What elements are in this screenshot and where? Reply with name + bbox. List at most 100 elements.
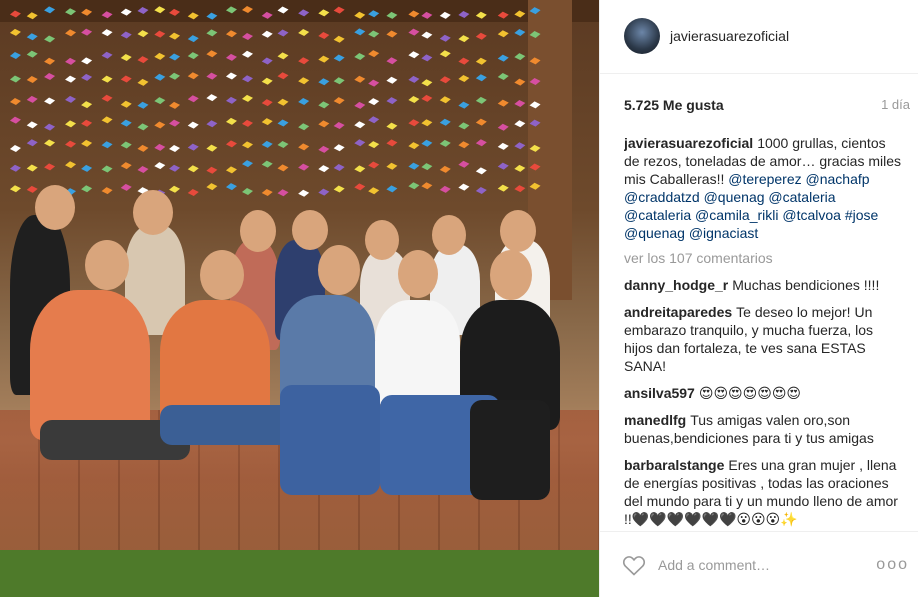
paper-crane	[241, 160, 253, 168]
paper-crane	[277, 164, 289, 172]
paper-crane	[9, 75, 21, 83]
caption-tag-link[interactable]: @cataleria	[768, 189, 835, 205]
paper-crane	[354, 139, 366, 147]
comment-username[interactable]: ansilva597	[624, 385, 695, 401]
paper-crane	[408, 96, 420, 104]
person	[375, 300, 460, 405]
paper-crane	[475, 11, 487, 19]
paper-crane	[318, 188, 330, 196]
paper-crane	[187, 121, 199, 129]
paper-crane	[298, 57, 310, 65]
comment-username[interactable]: andreitaparedes	[624, 304, 732, 320]
paper-crane	[261, 11, 273, 19]
paper-crane	[187, 188, 199, 196]
paper-crane	[26, 75, 38, 83]
paper-crane	[497, 73, 509, 81]
paper-crane	[9, 28, 21, 36]
paper-crane	[81, 185, 93, 193]
paper-crane	[101, 11, 113, 19]
username-link[interactable]: javierasuarezoficial	[670, 28, 789, 44]
paper-crane	[497, 30, 509, 38]
paper-crane	[120, 31, 132, 39]
paper-crane	[354, 121, 366, 129]
caption-tag-link[interactable]: @nachafp	[806, 171, 870, 187]
paper-crane	[458, 35, 470, 43]
paper-crane	[277, 98, 289, 106]
paper-crane	[81, 57, 93, 65]
caption-tag-link[interactable]: @camila_rikli	[695, 207, 778, 223]
paper-crane	[458, 141, 470, 149]
caption-tag-link[interactable]: @ignaciast	[689, 225, 758, 241]
legs	[470, 400, 550, 500]
paper-crane	[9, 164, 21, 172]
comment-item: barbaralstange Eres una gran mujer , llen…	[624, 456, 904, 528]
paper-crane	[44, 6, 56, 14]
comment-username[interactable]: danny_hodge_r	[624, 277, 728, 293]
post-photo[interactable]	[0, 0, 599, 597]
person-head	[292, 210, 328, 250]
paper-crane	[408, 162, 420, 170]
comment-username[interactable]: manedlfg	[624, 412, 686, 428]
paper-crane	[206, 72, 218, 80]
paper-crane	[318, 165, 330, 173]
paper-crane	[241, 32, 253, 40]
paper-crane	[241, 141, 253, 149]
comment-username[interactable]: barbaralstange	[624, 457, 724, 473]
paper-crane	[368, 116, 380, 124]
paper-crane	[439, 76, 451, 84]
caption-tag-link[interactable]: @cataleria	[624, 207, 691, 223]
comments-list[interactable]: javierasuarezoficial 1000 grullas, ciento…	[624, 134, 904, 530]
post-age[interactable]: 1 día	[881, 97, 910, 112]
paper-crane	[169, 72, 181, 80]
paper-crane	[298, 77, 310, 85]
caption-tag-link[interactable]: #jose	[845, 207, 878, 223]
paper-crane	[277, 6, 289, 14]
paper-crane	[225, 183, 237, 191]
paper-crane	[421, 163, 433, 171]
paper-crane	[458, 122, 470, 130]
paper-crane	[44, 72, 56, 80]
comment-item: andreitaparedes Te deseo lo mejor! Un emb…	[624, 303, 904, 375]
avatar[interactable]	[624, 18, 660, 54]
caption-tag-link[interactable]: @tereperez	[728, 171, 801, 187]
paper-crane	[261, 99, 273, 107]
paper-crane	[225, 53, 237, 61]
paper-crane	[261, 118, 273, 126]
add-comment-input[interactable]: Add a comment…	[658, 557, 770, 573]
paper-crane	[439, 165, 451, 173]
paper-crane	[298, 97, 310, 105]
paper-crane	[137, 56, 149, 64]
heart-icon[interactable]	[622, 554, 646, 576]
paper-crane	[333, 6, 345, 14]
paper-crane	[169, 164, 181, 172]
caption-tag-link[interactable]: @quenag	[624, 225, 685, 241]
paper-crane	[169, 144, 181, 152]
paper-crane	[475, 74, 487, 82]
paper-crane	[154, 30, 166, 38]
paper-crane	[386, 139, 398, 147]
caption-tag-link[interactable]: @tcalvoa	[782, 207, 841, 223]
paper-crane	[120, 100, 132, 108]
paper-crane	[333, 144, 345, 152]
more-options-icon[interactable]: ooo	[876, 556, 909, 574]
paper-crane	[529, 182, 541, 190]
paper-cranes-decoration	[9, 6, 541, 197]
paper-crane	[225, 72, 237, 80]
paper-crane	[120, 8, 132, 16]
view-more-comments-link[interactable]: ver los 107 comentarios	[624, 249, 904, 267]
caption-tag-link[interactable]: @craddatzd	[624, 189, 700, 205]
paper-crane	[439, 11, 451, 19]
paper-crane	[386, 11, 398, 19]
paper-crane	[241, 94, 253, 102]
paper-crane	[261, 160, 273, 168]
paper-crane	[529, 7, 541, 15]
paper-crane	[458, 160, 470, 168]
paper-crane	[333, 97, 345, 105]
caption-username[interactable]: javierasuarezoficial	[624, 135, 753, 151]
paper-crane	[514, 164, 526, 172]
paper-crane	[261, 57, 273, 65]
likes-count[interactable]: 5.725 Me gusta	[624, 97, 724, 113]
caption-tag-link[interactable]: @quenag	[704, 189, 765, 205]
paper-crane	[81, 8, 93, 16]
comment-text: Muchas bendiciones !!!!	[732, 277, 880, 293]
